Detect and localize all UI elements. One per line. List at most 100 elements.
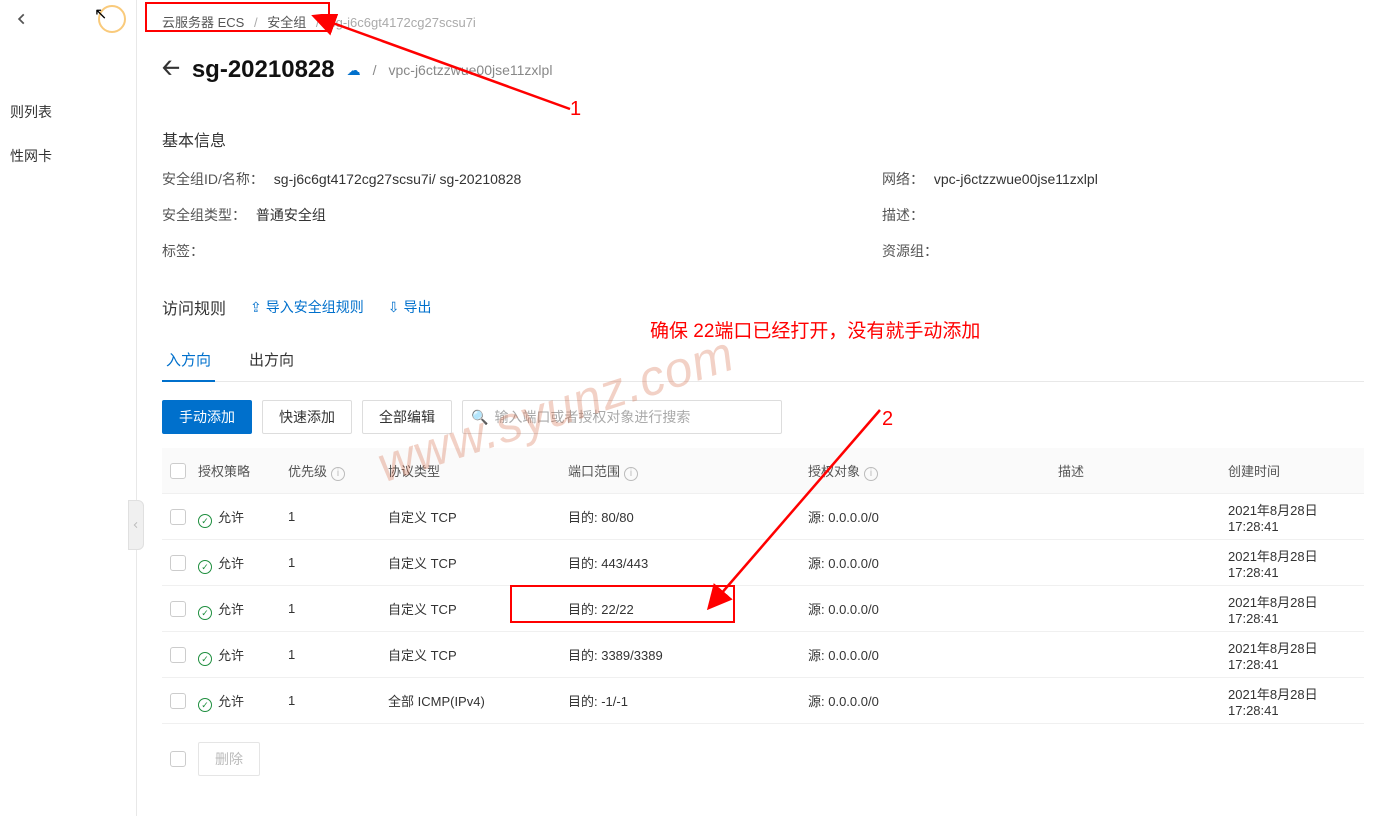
- tab-inbound[interactable]: 入方向: [162, 341, 215, 382]
- label-resource-group: 资源组：: [882, 241, 938, 261]
- select-all-checkbox[interactable]: [170, 463, 186, 479]
- cell-protocol: 自定义 TCP: [388, 507, 568, 526]
- value-sg-id: sg-j6c6gt4172cg27scsu7i/ sg-20210828: [274, 171, 522, 187]
- cell-port: 目的: 22/22: [568, 599, 808, 618]
- import-rules-button[interactable]: ⇪ 导入安全组规则: [250, 297, 364, 317]
- row-checkbox[interactable]: [170, 693, 186, 709]
- table-row: 允许1自定义 TCP目的: 80/80源: 0.0.0.0/0 2021年8月28…: [162, 494, 1364, 540]
- info-icon[interactable]: i: [624, 467, 638, 481]
- allow-icon: [198, 606, 212, 620]
- add-quick-button[interactable]: 快速添加: [262, 400, 352, 434]
- col-port: 端口范围i: [568, 461, 808, 481]
- table-row: 允许1自定义 TCP目的: 3389/3389源: 0.0.0.0/0 2021年…: [162, 632, 1364, 678]
- value-sg-type: 普通安全组: [256, 207, 326, 223]
- cell-auth: 源: 0.0.0.0/0: [808, 507, 1058, 526]
- breadcrumb: 云服务器 ECS / 安全组 / sg-j6c6gt4172cg27scsu7i: [162, 0, 1364, 35]
- row-checkbox[interactable]: [170, 647, 186, 663]
- col-policy: 授权策略: [198, 461, 288, 480]
- col-protocol: 协议类型: [388, 461, 568, 480]
- label-description: 描述：: [882, 205, 924, 225]
- allow-icon: [198, 652, 212, 666]
- cell-port: 目的: 3389/3389: [568, 645, 808, 664]
- cell-priority: 1: [288, 693, 388, 708]
- cell-time: 2021年8月28日 17:28:41: [1228, 638, 1364, 672]
- cell-port: 目的: -1/-1: [568, 691, 808, 710]
- vpc-link[interactable]: vpc-j6ctzzwue00jse11zxlpl: [389, 62, 553, 78]
- direction-tabs: 入方向 出方向: [162, 341, 1364, 382]
- cell-protocol: 自定义 TCP: [388, 645, 568, 664]
- add-manual-button[interactable]: 手动添加: [162, 400, 252, 434]
- breadcrumb-ecs[interactable]: 云服务器 ECS: [162, 15, 244, 30]
- cell-time: 2021年8月28日 17:28:41: [1228, 500, 1364, 534]
- cell-protocol: 自定义 TCP: [388, 599, 568, 618]
- value-network[interactable]: vpc-j6ctzzwue00jse11zxlpl: [934, 171, 1098, 187]
- allow-icon: [198, 514, 212, 528]
- sidebar-item-nic[interactable]: 性网卡: [0, 134, 136, 178]
- allow-icon: [198, 698, 212, 712]
- label-network: 网络：: [882, 169, 924, 189]
- cell-time: 2021年8月28日 17:28:41: [1228, 684, 1364, 718]
- cell-priority: 1: [288, 647, 388, 662]
- vpc-prefix: /: [373, 62, 377, 78]
- annotation-label-2: 2: [882, 408, 893, 431]
- search-icon: 🔍: [471, 409, 488, 426]
- info-icon[interactable]: i: [864, 467, 878, 481]
- search-wrap: 🔍: [462, 400, 782, 434]
- sidebar: 则列表 性网卡: [0, 0, 137, 816]
- cell-port: 目的: 80/80: [568, 507, 808, 526]
- cell-auth: 源: 0.0.0.0/0: [808, 691, 1058, 710]
- cell-protocol: 自定义 TCP: [388, 553, 568, 572]
- row-checkbox[interactable]: [170, 601, 186, 617]
- cell-time: 2021年8月28日 17:28:41: [1228, 546, 1364, 580]
- search-input[interactable]: [494, 409, 773, 425]
- tab-outbound[interactable]: 出方向: [245, 341, 298, 382]
- cell-protocol: 全部 ICMP(IPv4): [388, 691, 568, 710]
- export-rules-button[interactable]: ⇩ 导出: [388, 297, 432, 317]
- page-title: sg-20210828: [192, 56, 335, 84]
- sidebar-back-button[interactable]: [10, 7, 34, 31]
- cell-auth: 源: 0.0.0.0/0: [808, 645, 1058, 664]
- breadcrumb-security-group[interactable]: 安全组: [267, 15, 306, 30]
- col-time: 创建时间: [1228, 461, 1364, 480]
- access-rules-title: 访问规则: [162, 295, 226, 319]
- cell-priority: 1: [288, 509, 388, 524]
- download-icon: ⇩: [388, 299, 400, 316]
- col-desc: 描述: [1058, 461, 1228, 480]
- table-header: 授权策略 优先级i 协议类型 端口范围i 授权对象i 描述 创建时间: [162, 448, 1364, 494]
- annotation-label-1: 1: [570, 98, 581, 121]
- cell-policy: 允许: [198, 599, 288, 619]
- col-auth: 授权对象i: [808, 461, 1058, 481]
- cell-auth: 源: 0.0.0.0/0: [808, 599, 1058, 618]
- table-row: 允许1自定义 TCP目的: 443/443源: 0.0.0.0/02021年8月…: [162, 540, 1364, 586]
- label-sg-type: 安全组类型：: [162, 205, 246, 225]
- basic-info-title: 基本信息: [162, 127, 1364, 151]
- cell-port: 目的: 443/443: [568, 553, 808, 572]
- col-priority: 优先级i: [288, 461, 388, 481]
- select-all-footer-checkbox[interactable]: [170, 751, 186, 767]
- row-checkbox[interactable]: [170, 555, 186, 571]
- cell-time: 2021年8月28日 17:28:41: [1228, 592, 1364, 626]
- cell-auth: 源: 0.0.0.0/0: [808, 553, 1058, 572]
- main-content: 云服务器 ECS / 安全组 / sg-j6c6gt4172cg27scsu7i…: [137, 0, 1389, 816]
- cell-policy: 允许: [198, 553, 288, 573]
- row-checkbox[interactable]: [170, 509, 186, 525]
- cell-policy: 允许: [198, 507, 288, 527]
- basic-info-grid: 安全组ID/名称： sg-j6c6gt4172cg27scsu7i/ sg-20…: [162, 169, 1364, 261]
- delete-button[interactable]: 删除: [198, 742, 260, 776]
- rules-table: 授权策略 优先级i 协议类型 端口范围i 授权对象i 描述 创建时间 允许1自定…: [162, 448, 1364, 724]
- cell-priority: 1: [288, 601, 388, 616]
- label-tags: 标签：: [162, 241, 204, 261]
- info-icon[interactable]: i: [331, 467, 345, 481]
- breadcrumb-current: sg-j6c6gt4172cg27scsu7i: [329, 15, 476, 30]
- sidebar-item-rules[interactable]: 则列表: [0, 90, 136, 134]
- sidebar-logo: [98, 5, 126, 33]
- allow-icon: [198, 560, 212, 574]
- cell-policy: 允许: [198, 645, 288, 665]
- annotation-text: 确保 22端口已经打开，没有就手动添加: [650, 316, 980, 343]
- table-row: 允许1自定义 TCP目的: 22/22源: 0.0.0.0/0 2021年8月28…: [162, 586, 1364, 632]
- table-row: 允许1全部 ICMP(IPv4)目的: -1/-1源: 0.0.0.0/0 202…: [162, 678, 1364, 724]
- edit-all-button[interactable]: 全部编辑: [362, 400, 452, 434]
- back-button[interactable]: 🡠: [162, 51, 180, 89]
- rules-toolbar: 手动添加 快速添加 全部编辑 🔍: [162, 400, 1364, 434]
- cell-policy: 允许: [198, 691, 288, 711]
